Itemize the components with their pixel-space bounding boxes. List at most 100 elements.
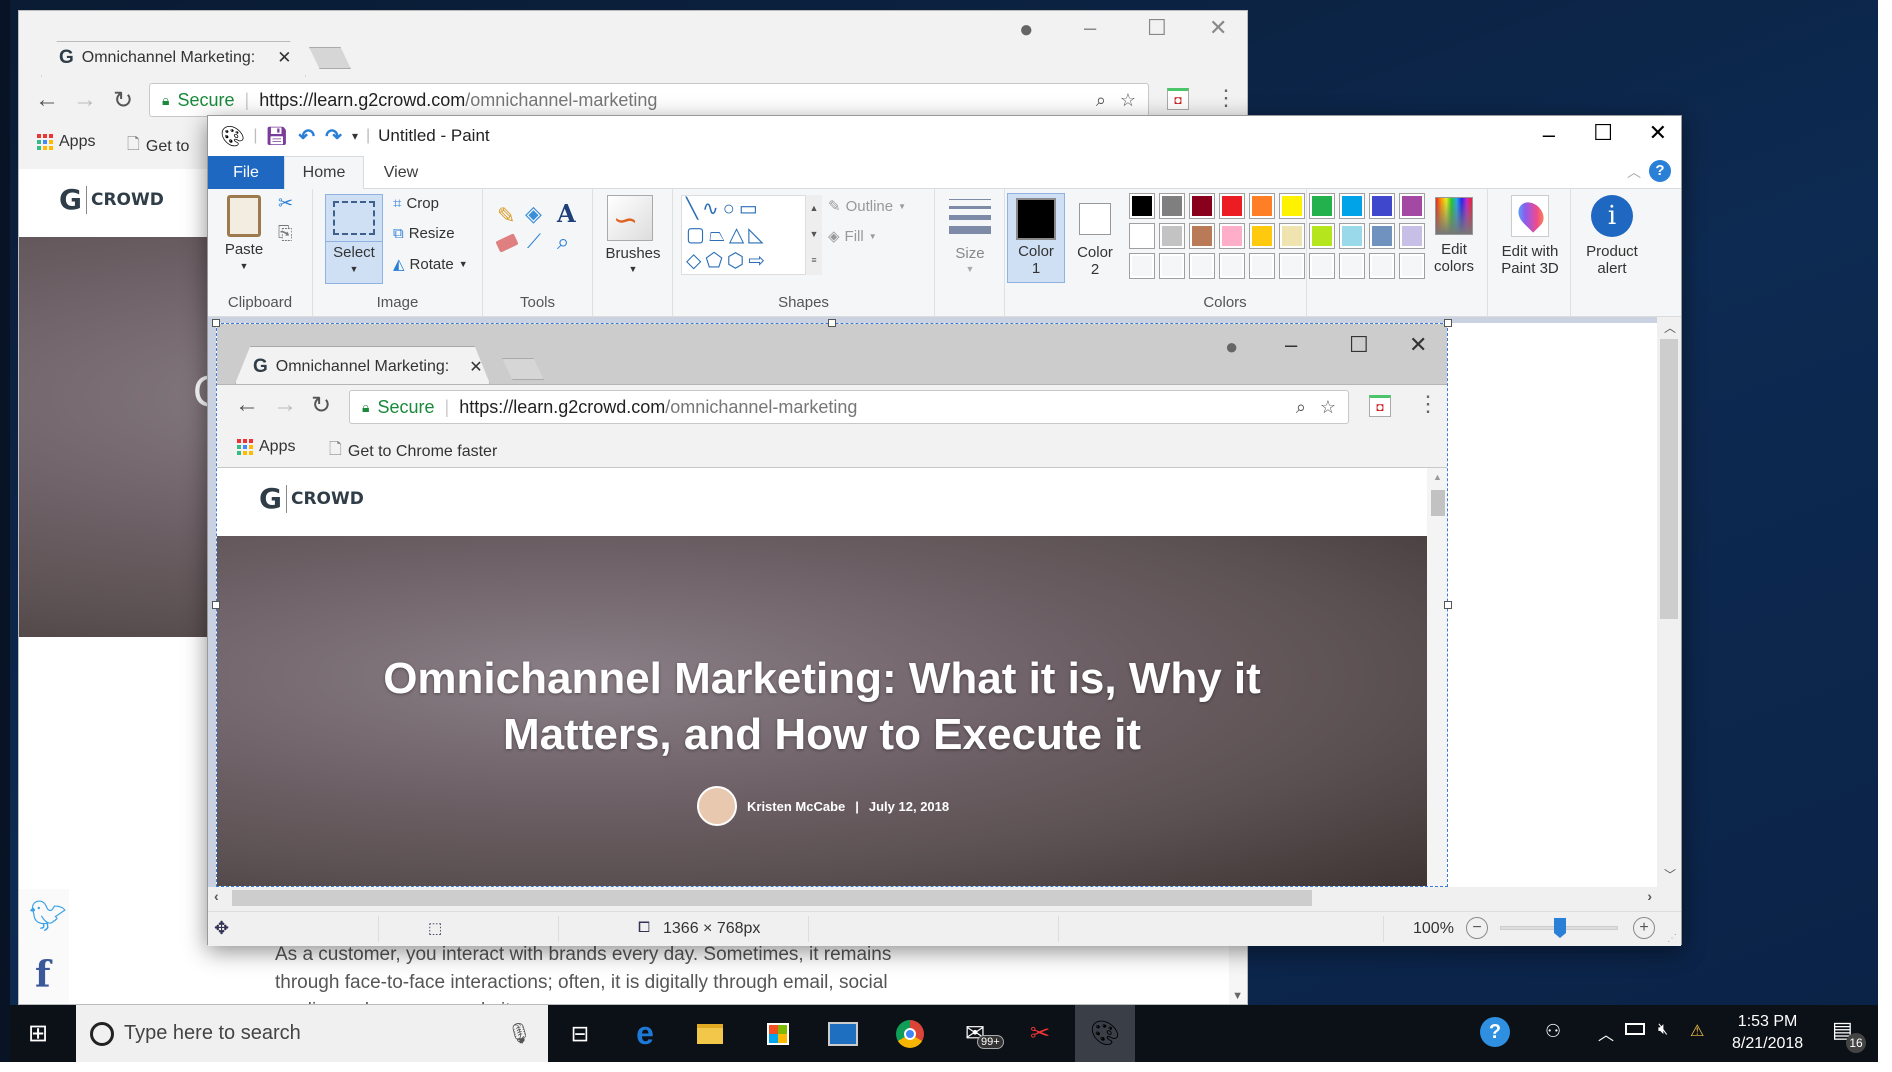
- palette-swatch[interactable]: [1279, 253, 1305, 279]
- taskbar-search[interactable]: Type here to search 🎙︎: [76, 1005, 548, 1062]
- save-icon[interactable]: 💾︎: [266, 126, 289, 147]
- zoom-icon[interactable]: ⌕: [1096, 90, 1106, 111]
- people-icon[interactable]: ⚇: [1545, 1021, 1561, 1042]
- clock[interactable]: 1:53 PM 8/21/2018: [1732, 1011, 1803, 1055]
- canvas-area[interactable]: G Omnichannel Marketing: ✕ ● – ☐ ✕ ← → ↻…: [208, 317, 1658, 893]
- bookmark-apps[interactable]: Apps: [37, 133, 95, 151]
- group-brushes[interactable]: ∽ Brushes ▼: [593, 189, 673, 317]
- zoom-in-button[interactable]: +: [1633, 917, 1655, 939]
- palette-swatch[interactable]: [1129, 223, 1155, 249]
- palette-swatch[interactable]: [1189, 223, 1215, 249]
- volume-muted-icon[interactable]: 🔇︎: [1658, 1021, 1668, 1039]
- tab-close-icon[interactable]: ✕: [277, 48, 291, 68]
- palette-swatch[interactable]: [1219, 223, 1245, 249]
- new-tab-button[interactable]: [309, 47, 351, 69]
- fill-bucket-icon[interactable]: ◈: [525, 201, 542, 227]
- tab-view[interactable]: View: [366, 156, 436, 189]
- palette-swatch[interactable]: [1399, 193, 1425, 219]
- zoom-slider[interactable]: [1500, 918, 1618, 938]
- tab-file[interactable]: File: [208, 156, 284, 189]
- bookmark-get-to-chrome[interactable]: 🗋︎ Get to: [127, 133, 189, 160]
- scroll-right-arrow[interactable]: ›: [1647, 888, 1652, 904]
- palette-swatch[interactable]: [1339, 223, 1365, 249]
- show-hidden-icons[interactable]: ︿: [1598, 1021, 1614, 1045]
- select-button[interactable]: Select ▼: [325, 194, 383, 284]
- close-button[interactable]: ✕: [1649, 120, 1667, 146]
- outline-button[interactable]: ✎ Outline ▼: [828, 197, 906, 216]
- scroll-down-arrow[interactable]: ▼: [1232, 990, 1243, 1002]
- palette-swatch[interactable]: [1309, 193, 1335, 219]
- product-alert-button[interactable]: i Product alert: [1574, 193, 1650, 293]
- profile-icon[interactable]: ●: [1019, 16, 1034, 44]
- snipping-tool-icon[interactable]: ✂: [1010, 1005, 1070, 1062]
- palette-swatch[interactable]: [1309, 223, 1335, 249]
- maximize-button[interactable]: ☐: [1593, 120, 1613, 146]
- group-size[interactable]: Size ▼: [935, 189, 1005, 317]
- help-icon[interactable]: ?: [1649, 160, 1671, 182]
- zoom-out-button[interactable]: −: [1466, 917, 1488, 939]
- palette-swatch[interactable]: [1219, 193, 1245, 219]
- paste-button[interactable]: Paste ▼: [222, 195, 266, 275]
- color-picker-icon[interactable]: ⟋: [527, 231, 541, 254]
- g2-crowd-logo[interactable]: G CROWD: [59, 183, 164, 216]
- palette-swatch[interactable]: [1129, 253, 1155, 279]
- redo-icon[interactable]: ↷: [325, 124, 342, 149]
- edge-icon[interactable]: e: [615, 1005, 675, 1062]
- undo-icon[interactable]: ↶: [298, 124, 315, 149]
- resize-handle[interactable]: [212, 601, 220, 609]
- start-button[interactable]: ⊞: [28, 1019, 48, 1048]
- palette-swatch[interactable]: [1369, 223, 1395, 249]
- fill-button[interactable]: ◈ Fill ▼: [828, 227, 877, 246]
- twitter-icon[interactable]: 🐦︎: [29, 899, 67, 934]
- palette-swatch[interactable]: [1249, 253, 1275, 279]
- palette-swatch[interactable]: [1159, 193, 1185, 219]
- resize-button[interactable]: ⧉ Resize: [393, 225, 455, 242]
- palette-swatch[interactable]: [1249, 223, 1275, 249]
- file-explorer-icon[interactable]: [680, 1005, 740, 1062]
- pasted-screenshot[interactable]: G Omnichannel Marketing: ✕ ● – ☐ ✕ ← → ↻…: [216, 323, 1448, 887]
- resize-handle[interactable]: [1444, 601, 1452, 609]
- scroll-left-arrow[interactable]: ‹: [214, 888, 219, 904]
- maximize-button[interactable]: ☐: [1147, 15, 1167, 41]
- palette-swatch[interactable]: [1369, 193, 1395, 219]
- canvas-horizontal-scrollbar[interactable]: ‹ ›: [208, 887, 1658, 909]
- shapes-scroll[interactable]: ▲ ▼ ≡: [806, 195, 822, 275]
- back-icon[interactable]: ←: [35, 86, 59, 114]
- scroll-down-arrow[interactable]: ﹀: [1664, 866, 1676, 883]
- crop-button[interactable]: ⌗ Crop: [393, 195, 439, 212]
- forward-icon[interactable]: →: [73, 86, 97, 114]
- palette-swatch[interactable]: [1159, 223, 1185, 249]
- reload-icon[interactable]: ↻: [113, 86, 133, 115]
- resize-grip-icon[interactable]: ⋰: [1667, 933, 1677, 944]
- magnifier-icon[interactable]: ⌕: [557, 229, 569, 255]
- copy-icon[interactable]: ⎘: [278, 223, 292, 244]
- chrome-icon[interactable]: [880, 1005, 940, 1062]
- help-tray-icon[interactable]: ?: [1480, 1017, 1510, 1047]
- palette-swatch[interactable]: [1159, 253, 1185, 279]
- resize-handle[interactable]: [828, 319, 836, 327]
- palette-swatch[interactable]: [1279, 223, 1305, 249]
- color1-button[interactable]: Color 1: [1007, 193, 1065, 283]
- bookmark-star-icon[interactable]: ☆: [1120, 90, 1136, 111]
- address-bar[interactable]: 🔒︎ Secure | https://learn.g2crowd.com /o…: [149, 83, 1149, 117]
- microphone-icon[interactable]: 🎙︎: [507, 1021, 532, 1046]
- edit-with-paint3d-button[interactable]: Edit with Paint 3D: [1491, 193, 1569, 293]
- remote-desktop-icon[interactable]: [813, 1005, 873, 1062]
- pencil-icon[interactable]: ✎: [497, 203, 515, 229]
- rotate-button[interactable]: ◭ Rotate ▼: [393, 255, 468, 274]
- palette-swatch[interactable]: [1339, 193, 1365, 219]
- extension-icon[interactable]: ◘: [1167, 88, 1189, 110]
- paint-app-icon[interactable]: 🎨︎: [220, 124, 245, 149]
- quick-access-dropdown-icon[interactable]: ▾: [352, 129, 358, 143]
- palette-swatch[interactable]: [1399, 223, 1425, 249]
- palette-swatch[interactable]: [1339, 253, 1365, 279]
- cut-icon[interactable]: ✂: [278, 193, 293, 214]
- mail-icon[interactable]: ✉ 99+: [945, 1005, 1005, 1062]
- collapse-ribbon-icon[interactable]: ︿: [1627, 162, 1641, 182]
- zoom-slider-thumb[interactable]: [1554, 918, 1566, 938]
- horizontal-scroll-thumb[interactable]: [232, 890, 1312, 906]
- palette-swatch[interactable]: [1309, 253, 1335, 279]
- paint-taskbar-icon[interactable]: 🎨︎: [1075, 1005, 1135, 1062]
- minimize-button[interactable]: –: [1543, 122, 1555, 148]
- resize-handle[interactable]: [212, 319, 220, 327]
